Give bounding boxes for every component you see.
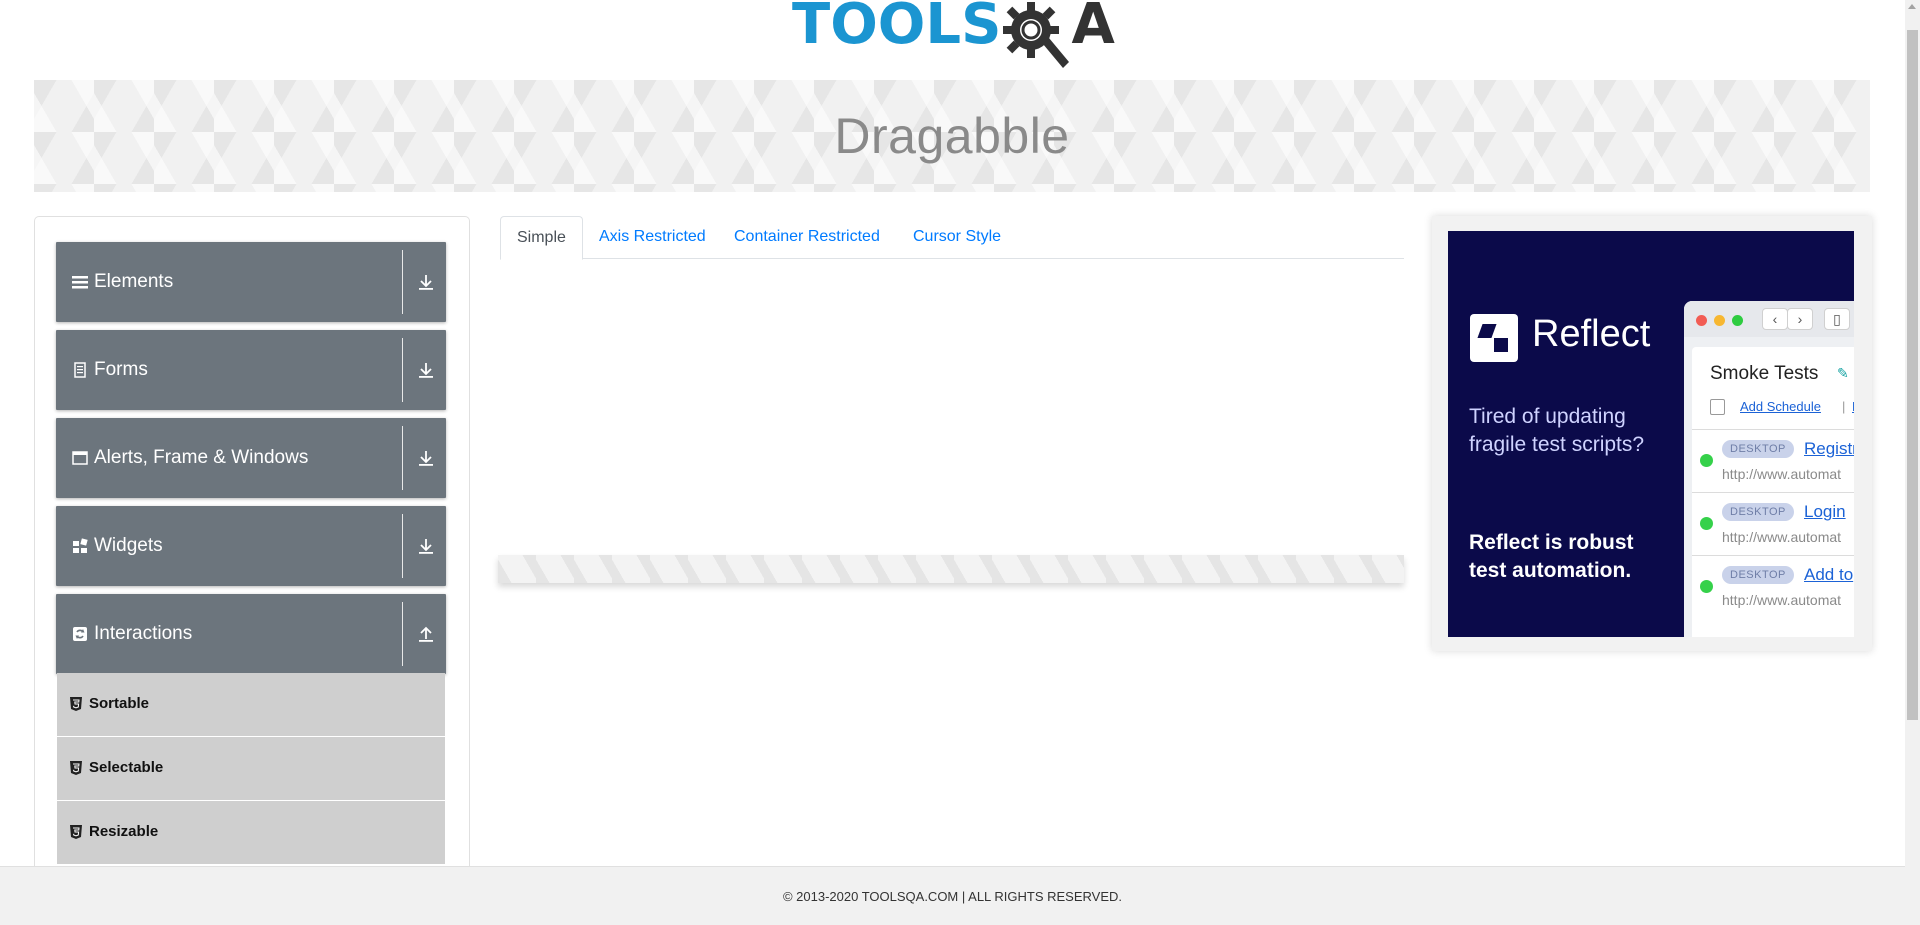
widgets-icon (72, 538, 88, 554)
menu-item-label: Sortable (89, 695, 150, 712)
download-arrow-icon (418, 536, 434, 556)
add-schedule-link: Add Schedule (1740, 399, 1821, 414)
page-banner: Dragabble (34, 80, 1870, 192)
document-icon (72, 362, 88, 378)
platform-badge: DESKTOP (1722, 566, 1794, 584)
ad-window-title: Smoke Tests (1710, 363, 1819, 384)
link-separator: | (1842, 399, 1846, 414)
content-divider-strip (498, 555, 1404, 583)
group-alerts-frame-windows[interactable]: Alerts, Frame & Windows (56, 418, 446, 498)
ad-container: Reflect Tired of updating fragile test s… (1432, 216, 1872, 651)
test-row: DESKTOP Login http://www.automat (1692, 492, 1854, 554)
back-icon: ‹ (1762, 308, 1788, 330)
run-link: Ru (1852, 399, 1854, 414)
platform-badge: DESKTOP (1722, 440, 1794, 458)
group-elements[interactable]: Elements (56, 242, 446, 322)
forward-icon: › (1787, 308, 1813, 330)
divider (402, 250, 403, 314)
test-url: http://www.automat (1722, 529, 1842, 545)
test-url: http://www.automat (1722, 592, 1842, 608)
page-title: Dragabble (834, 108, 1070, 164)
status-ok-icon (1700, 454, 1713, 467)
group-interactions[interactable]: Interactions (56, 594, 446, 674)
ad-headline: Tired of updating fragile test scripts? (1469, 405, 1645, 456)
html5-icon (70, 761, 82, 775)
ad-tagline: Reflect is robust test automation. (1469, 531, 1634, 582)
divider (402, 602, 403, 666)
group-forms[interactable]: Forms (56, 330, 446, 410)
calendar-icon (1710, 399, 1725, 415)
group-label: Elements (94, 271, 174, 292)
group-label: Forms (94, 359, 148, 380)
menu-item-resizable[interactable]: Resizable (57, 801, 445, 865)
site-header: TOOLS A (0, 0, 1905, 75)
group-widgets[interactable]: Widgets (56, 506, 446, 586)
maximize-dot-icon (1732, 315, 1743, 326)
logo-text-qa: A (1071, 0, 1114, 54)
logo-qa-text: A (1071, 0, 1115, 57)
menu-item-sortable[interactable]: Sortable (57, 673, 445, 737)
interactions-icon (72, 626, 88, 642)
divider (402, 426, 403, 490)
menu-item-label: Selectable (89, 759, 164, 776)
html5-icon (70, 825, 82, 839)
download-arrow-icon (418, 448, 434, 468)
scrollbar-thumb[interactable] (1907, 30, 1918, 720)
download-arrow-icon (418, 360, 434, 380)
group-label: Interactions (94, 623, 193, 644)
menu-item-label: Resizable (89, 823, 159, 840)
minimize-dot-icon (1714, 315, 1725, 326)
tab-container-restricted[interactable]: Container Restricted (718, 216, 896, 259)
test-url: http://www.automat (1722, 466, 1842, 482)
divider (402, 514, 403, 578)
test-row: DESKTOP Add to http://www.automat (1692, 555, 1854, 617)
group-label: Widgets (94, 535, 163, 556)
reflect-logo-icon (1470, 314, 1518, 362)
ad-brand: Reflect (1532, 313, 1651, 355)
sidebar: Elements Forms Alerts, Frame & Windows W… (34, 216, 470, 916)
gear-magnifier-icon (1003, 2, 1070, 68)
scroll-up-arrow-icon[interactable] (1908, 4, 1916, 9)
logo-text: TOOLS (792, 0, 1001, 54)
ad-browser-mockup: ‹ › ▯ Smoke Tests ✎ Add Schedule | Ru DE… (1684, 301, 1854, 637)
test-link: Login (1804, 502, 1846, 521)
logo-tools-text: TOOLS (792, 0, 1002, 57)
interactions-menu: Sortable Selectable Resizable (57, 673, 445, 865)
test-row: DESKTOP Registr http://www.automat (1692, 429, 1854, 491)
tab-axis-restricted[interactable]: Axis Restricted (583, 216, 722, 259)
copyright-text: © 2013-2020 TOOLSQA.COM | ALL RIGHTS RES… (782, 888, 1123, 904)
toolsqa-logo[interactable]: TOOLS A (792, 0, 1115, 70)
browser-content: Smoke Tests ✎ Add Schedule | Ru DESKTOP … (1692, 347, 1854, 637)
status-ok-icon (1700, 517, 1713, 530)
page-scrollbar[interactable] (1905, 0, 1920, 925)
upload-arrow-icon (418, 624, 434, 644)
draggable-tabs: Simple Axis Restricted Container Restric… (500, 216, 1404, 260)
test-link: Registr (1804, 439, 1854, 458)
download-arrow-icon (418, 272, 434, 292)
list-icon (72, 274, 88, 290)
pencil-icon: ✎ (1837, 365, 1849, 381)
close-dot-icon (1696, 315, 1707, 326)
sidebar-toggle-icon: ▯ (1824, 308, 1850, 330)
site-footer: © 2013-2020 TOOLSQA.COM | ALL RIGHTS RES… (0, 866, 1905, 925)
reflect-ad[interactable]: Reflect Tired of updating fragile test s… (1448, 231, 1854, 637)
menu-item-selectable[interactable]: Selectable (57, 737, 445, 801)
status-ok-icon (1700, 580, 1713, 593)
window-icon (72, 450, 88, 466)
browser-titlebar: ‹ › ▯ (1684, 301, 1854, 337)
html5-icon (70, 697, 82, 711)
tab-cursor-style[interactable]: Cursor Style (897, 216, 1017, 259)
platform-badge: DESKTOP (1722, 503, 1794, 521)
group-label: Alerts, Frame & Windows (94, 447, 309, 468)
test-link: Add to (1804, 565, 1854, 584)
divider (402, 338, 403, 402)
tab-simple[interactable]: Simple (500, 216, 583, 260)
